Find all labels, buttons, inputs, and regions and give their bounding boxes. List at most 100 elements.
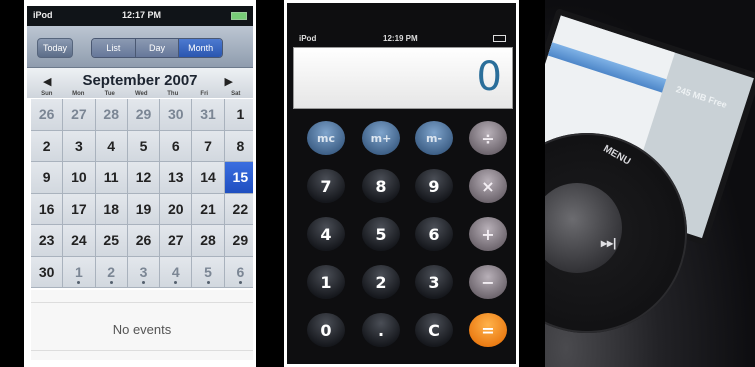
carrier-label: iPod (299, 34, 317, 43)
event-dot (174, 281, 178, 284)
equals-button[interactable]: = (469, 313, 507, 347)
calendar-day-cell[interactable]: 16 (31, 193, 64, 225)
calendar-day-cell[interactable]: 15 (224, 162, 253, 194)
calendar-day-cell[interactable]: 7 (192, 130, 225, 162)
calendar-day-cell[interactable]: 6 (160, 130, 193, 162)
weekday-label: Mon (72, 91, 85, 97)
calendar-day-cell[interactable]: 5 (192, 256, 225, 288)
calendar-day-cell[interactable]: 1 (63, 256, 96, 288)
weekday-label: Thu (167, 91, 179, 97)
digit-2-button[interactable]: 2 (362, 265, 400, 299)
calendar-day-cell[interactable]: 27 (160, 225, 193, 257)
fast-forward-icon: ▸▸| (601, 236, 617, 250)
events-list: No events (31, 290, 253, 360)
event-dot (109, 281, 113, 284)
calendar-day-cell[interactable]: 26 (31, 99, 64, 131)
digit-0-button[interactable]: 0 (307, 313, 345, 347)
digit-8-button[interactable]: 8 (362, 169, 400, 203)
divide-button[interactable]: ÷ (469, 121, 507, 155)
calendar-day-cell[interactable]: 21 (192, 193, 225, 225)
display-value: 0 (476, 54, 502, 100)
calendar-day-cell[interactable]: 29 (127, 99, 161, 131)
multiply-button[interactable]: × (469, 169, 507, 203)
calendar-day-cell[interactable]: 24 (63, 225, 96, 257)
calendar-day-cell[interactable]: 25 (95, 225, 128, 257)
digit-1-button[interactable]: 1 (307, 265, 345, 299)
calendar-day-cell[interactable]: 1 (224, 99, 253, 131)
calendar-day-cell[interactable]: 23 (31, 225, 64, 257)
calendar-day-cell[interactable]: 29 (224, 225, 253, 257)
today-button[interactable]: Today (37, 38, 73, 58)
calendar-day-cell[interactable]: 8 (224, 130, 253, 162)
clear-button[interactable]: C (415, 313, 453, 347)
calendar-day-cell[interactable]: 4 (95, 130, 128, 162)
add-button[interactable]: + (469, 217, 507, 251)
weekday-label: Fri (200, 91, 209, 97)
calendar-day-cell[interactable]: 6 (224, 256, 253, 288)
calendar-screenshot: iPod 12:17 PM Today List Day Month ◀ Sep… (24, 0, 256, 367)
carrier-label: iPod (33, 10, 53, 20)
calendar-day-cell[interactable]: 10 (63, 162, 96, 194)
calendar-day-cell[interactable]: 30 (160, 99, 193, 131)
list-view-button[interactable]: List (92, 39, 136, 57)
view-segmented-control: List Day Month (91, 38, 223, 58)
weekday-label: Sat (231, 91, 241, 97)
month-title: September 2007 (82, 72, 198, 89)
weekday-label: Tue (104, 91, 115, 97)
calculator-screenshot: iPod 12:19 PM 0 mc m+ m- ÷ 7 8 9 × 4 5 6 +1 2 3− 0. C = (284, 0, 519, 367)
battery-icon (231, 12, 247, 20)
event-dot (77, 281, 81, 284)
calendar-day-cell[interactable]: 5 (127, 130, 161, 162)
calendar-day-cell[interactable]: 9 (31, 162, 64, 194)
calendar-day-cell[interactable]: 27 (63, 99, 96, 131)
calendar-day-cell[interactable]: 17 (63, 193, 96, 225)
calendar-day-cell[interactable]: 14 (192, 162, 225, 194)
decimal-button[interactable]: . (362, 313, 400, 347)
calendar-day-cell[interactable]: 13 (160, 162, 193, 194)
calendar-day-cell[interactable]: 3 (63, 130, 96, 162)
digit-3-button[interactable]: 3 (415, 265, 453, 299)
calendar-day-cell[interactable]: 28 (95, 99, 128, 131)
digit-5-button[interactable]: 5 (362, 217, 400, 251)
center-button[interactable] (545, 183, 622, 273)
event-dot (206, 281, 210, 284)
calendar-day-cell[interactable]: 4 (160, 256, 193, 288)
calendar-day-cell[interactable]: 2 (95, 256, 128, 288)
status-bar: iPod 12:17 PM (27, 6, 253, 26)
digit-6-button[interactable]: 6 (415, 217, 453, 251)
month-view-button[interactable]: Month (179, 39, 222, 57)
calendar-day-cell[interactable]: 12 (127, 162, 161, 194)
calendar-day-cell[interactable]: 30 (31, 256, 64, 288)
digit-4-button[interactable]: 4 (307, 217, 345, 251)
calendar-day-cell[interactable]: 26 (127, 225, 161, 257)
weekday-label: Wed (134, 91, 148, 97)
calendar-day-cell[interactable]: 31 (192, 99, 225, 131)
battery-icon (493, 35, 506, 42)
no-events-label: No events (112, 322, 172, 337)
clock: 12:19 PM (383, 34, 418, 43)
memory-subtract-button[interactable]: m- (415, 121, 453, 155)
calendar-day-cell[interactable]: 18 (95, 193, 128, 225)
calendar-day-cell[interactable]: 11 (95, 162, 128, 194)
event-dot (141, 281, 145, 284)
calendar-day-cell[interactable]: 3 (127, 256, 161, 288)
calendar-day-cell[interactable]: 2 (31, 130, 64, 162)
weekday-label: Sun (41, 91, 53, 97)
month-grid: 26 27 28 29 30 31 1 2 3 4 5 6 7 8 9 10 11 12 13 14 15 16 17 18 1… (31, 99, 253, 288)
next-month-icon[interactable]: ▶ (225, 75, 233, 88)
calendar-toolbar: Today List Day Month (27, 26, 253, 68)
calendar-day-cell[interactable]: 28 (192, 225, 225, 257)
calendar-day-cell[interactable]: 22 (224, 193, 253, 225)
digit-7-button[interactable]: 7 (307, 169, 345, 203)
status-bar: iPod 12:19 PM (295, 32, 508, 46)
event-dot (238, 281, 242, 284)
day-view-button[interactable]: Day (135, 39, 180, 57)
clock: 12:17 PM (122, 10, 162, 20)
subtract-button[interactable]: − (469, 265, 507, 299)
weekday-header: Sun Mon Tue Wed Thu Fri Sat (31, 91, 253, 97)
memory-add-button[interactable]: m+ (362, 121, 400, 155)
memory-clear-button[interactable]: mc (307, 121, 345, 155)
calendar-day-cell[interactable]: 19 (127, 193, 161, 225)
calendar-day-cell[interactable]: 20 (160, 193, 193, 225)
digit-9-button[interactable]: 9 (415, 169, 453, 203)
